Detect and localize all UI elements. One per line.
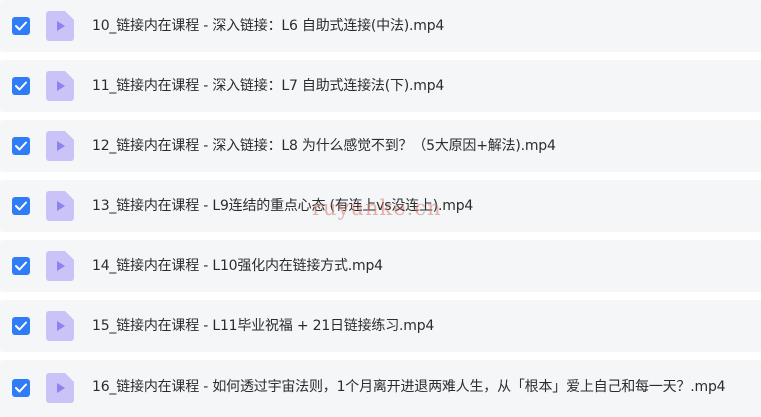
file-name[interactable]: 15_链接内在课程 - L11毕业祝福 + 21日链接练习.mp4 — [92, 300, 434, 352]
file-name[interactable]: 16_链接内在课程 - 如何透过宇宙法则，1个月离开进退两难人生，从「根本」爱上… — [92, 360, 726, 414]
video-file-icon — [46, 191, 74, 221]
file-row[interactable]: 12_链接内在课程 - 深入链接：L8 为什么感觉不到？（5大原因+解法).mp… — [0, 120, 761, 172]
checkbox-checked-icon[interactable] — [12, 379, 30, 397]
file-name[interactable]: 13_链接内在课程 - L9连结的重点心态 (有连上vs没连上).mp4 — [92, 180, 473, 232]
video-file-icon — [46, 311, 74, 341]
checkbox-checked-icon[interactable] — [12, 137, 30, 155]
file-name[interactable]: 11_链接内在课程 - 深入链接：L7 自助式连接法(下).mp4 — [92, 60, 444, 112]
file-list: 10_链接内在课程 - 深入链接：L6 自助式连接(中法).mp4 11_链接内… — [0, 0, 761, 417]
video-file-icon — [46, 251, 74, 281]
checkbox-checked-icon[interactable] — [12, 317, 30, 335]
video-file-icon — [46, 131, 74, 161]
file-name[interactable]: 10_链接内在课程 - 深入链接：L6 自助式连接(中法).mp4 — [92, 0, 444, 52]
file-row[interactable]: 15_链接内在课程 - L11毕业祝福 + 21日链接练习.mp4 — [0, 300, 761, 352]
file-row[interactable]: 11_链接内在课程 - 深入链接：L7 自助式连接法(下).mp4 — [0, 60, 761, 112]
video-file-icon — [46, 11, 74, 41]
video-file-icon — [46, 373, 74, 403]
file-row[interactable]: 13_链接内在课程 - L9连结的重点心态 (有连上vs没连上).mp4 — [0, 180, 761, 232]
video-file-icon — [46, 71, 74, 101]
file-row[interactable]: 10_链接内在课程 - 深入链接：L6 自助式连接(中法).mp4 — [0, 0, 761, 52]
file-row[interactable]: 16_链接内在课程 - 如何透过宇宙法则，1个月离开进退两难人生，从「根本」爱上… — [0, 360, 761, 417]
checkbox-checked-icon[interactable] — [12, 257, 30, 275]
checkbox-checked-icon[interactable] — [12, 197, 30, 215]
file-name[interactable]: 14_链接内在课程 - L10强化内在链接方式.mp4 — [92, 240, 383, 292]
file-name[interactable]: 12_链接内在课程 - 深入链接：L8 为什么感觉不到？（5大原因+解法).mp… — [92, 120, 556, 172]
checkbox-checked-icon[interactable] — [12, 17, 30, 35]
file-row[interactable]: 14_链接内在课程 - L10强化内在链接方式.mp4 — [0, 240, 761, 292]
checkbox-checked-icon[interactable] — [12, 77, 30, 95]
